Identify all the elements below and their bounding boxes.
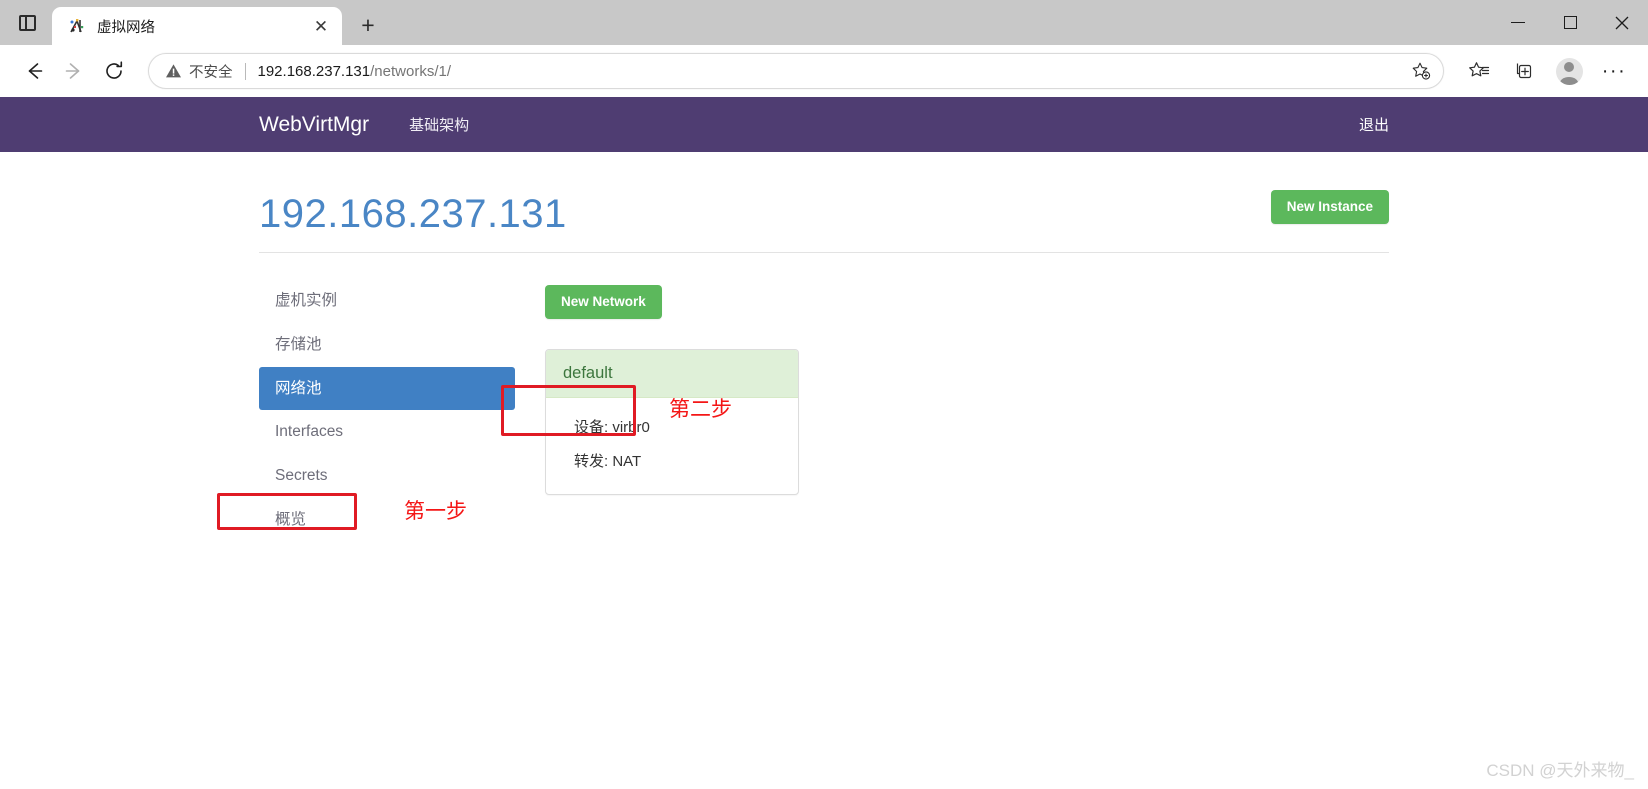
watermark: CSDN @天外来物_ bbox=[1486, 761, 1634, 780]
browser-tab[interactable]: 虚拟网络 ✕ bbox=[52, 7, 342, 45]
page-container: 192.168.237.131 New Instance 虚机实例 存储池 网络… bbox=[259, 152, 1389, 542]
favorites-button[interactable] bbox=[1459, 51, 1499, 91]
add-favorite-button[interactable] bbox=[1405, 55, 1437, 87]
tab-close-icon[interactable]: ✕ bbox=[308, 13, 334, 39]
logout-link[interactable]: 退出 bbox=[1359, 117, 1389, 134]
browser-window: 虚拟网络 ✕ + 不安全 192.168.237.131/networks/1/… bbox=[0, 0, 1648, 789]
back-arrow-icon bbox=[28, 63, 43, 79]
sidebar-item-instances[interactable]: 虚机实例 bbox=[259, 279, 515, 323]
app-brand[interactable]: WebVirtMgr bbox=[259, 113, 369, 137]
collections-button[interactable] bbox=[1504, 51, 1544, 91]
sidebar-item-networks[interactable]: 网络池 bbox=[259, 366, 515, 411]
tab-title: 虚拟网络 bbox=[97, 19, 155, 36]
sidebar-item-storages[interactable]: 存储池 bbox=[259, 323, 515, 367]
refresh-icon bbox=[106, 61, 123, 79]
close-icon bbox=[1615, 16, 1629, 29]
sidebar-item-secrets[interactable]: Secrets bbox=[259, 454, 515, 498]
window-controls bbox=[1492, 0, 1648, 45]
nav-link-infrastructure[interactable]: 基础架构 bbox=[409, 114, 469, 135]
new-instance-button[interactable]: New Instance bbox=[1270, 190, 1389, 225]
more-options-icon: ··· bbox=[1601, 60, 1627, 82]
page-content: WebVirtMgr 基础架构 退出 192.168.237.131 New I… bbox=[0, 97, 1648, 789]
page-title: 192.168.237.131 bbox=[259, 192, 567, 236]
network-card-title: default bbox=[546, 350, 798, 398]
favorites-list-icon bbox=[1469, 62, 1490, 77]
url-text: 192.168.237.131/networks/1/ bbox=[258, 63, 1406, 80]
navbar-inner: WebVirtMgr 基础架构 退出 bbox=[259, 97, 1389, 152]
navbar-right: 退出 bbox=[1359, 114, 1389, 135]
browser-toolbar: 不安全 192.168.237.131/networks/1/ ··· bbox=[0, 45, 1648, 97]
maximize-button[interactable] bbox=[1544, 0, 1596, 45]
network-favicon bbox=[68, 17, 86, 35]
new-network-button[interactable]: New Network bbox=[545, 284, 662, 320]
url-path: /networks/1/ bbox=[370, 62, 451, 80]
browser-titlebar: 虚拟网络 ✕ + bbox=[0, 0, 1648, 45]
content-toolbar: New Network bbox=[545, 279, 1389, 325]
omnibox-divider bbox=[244, 62, 246, 80]
app-navbar: WebVirtMgr 基础架构 退出 bbox=[0, 97, 1648, 152]
maximize-icon bbox=[1563, 16, 1577, 29]
minimize-icon bbox=[1511, 21, 1525, 24]
page-body: 虚机实例 存储池 网络池 Interfaces Secrets 概览 New N… bbox=[259, 253, 1389, 542]
add-favorite-star-icon bbox=[1412, 62, 1431, 80]
collections-icon bbox=[1516, 63, 1532, 79]
refresh-button[interactable] bbox=[94, 51, 134, 91]
network-device-prop: 设备: virbr0 bbox=[574, 419, 650, 436]
address-bar[interactable]: 不安全 192.168.237.131/networks/1/ bbox=[148, 53, 1444, 89]
sidebar-item-overview[interactable]: 概览 bbox=[259, 498, 515, 542]
minimize-button[interactable] bbox=[1492, 0, 1544, 45]
sidebar-nav: 虚机实例 存储池 网络池 Interfaces Secrets 概览 bbox=[259, 279, 515, 542]
warning-triangle-icon bbox=[166, 64, 181, 78]
security-label: 不安全 bbox=[189, 64, 233, 81]
close-window-button[interactable] bbox=[1596, 0, 1648, 45]
browser-settings-button[interactable]: ··· bbox=[1594, 51, 1634, 91]
forward-button[interactable] bbox=[54, 51, 94, 91]
forward-arrow-icon bbox=[65, 63, 80, 79]
back-button[interactable] bbox=[14, 51, 54, 91]
network-forward-prop: 转发: NAT bbox=[574, 452, 642, 470]
page-header: 192.168.237.131 New Instance bbox=[259, 190, 1389, 253]
profile-avatar-icon bbox=[1555, 57, 1583, 85]
tab-strip: 虚拟网络 ✕ + bbox=[0, 0, 384, 45]
sidebar-item-interfaces[interactable]: Interfaces bbox=[259, 410, 515, 454]
main-content: New Network default 设备: virbr0 转发: NAT bbox=[515, 279, 1389, 542]
url-host: 192.168.237.131 bbox=[257, 62, 371, 80]
side-panel-icon bbox=[18, 15, 36, 31]
network-card-body: 设备: virbr0 转发: NAT bbox=[546, 398, 798, 494]
profile-button[interactable] bbox=[1549, 51, 1589, 91]
side-panel-button[interactable] bbox=[8, 5, 46, 41]
network-card[interactable]: default 设备: virbr0 转发: NAT bbox=[545, 349, 799, 495]
new-tab-button[interactable]: + bbox=[352, 9, 384, 41]
